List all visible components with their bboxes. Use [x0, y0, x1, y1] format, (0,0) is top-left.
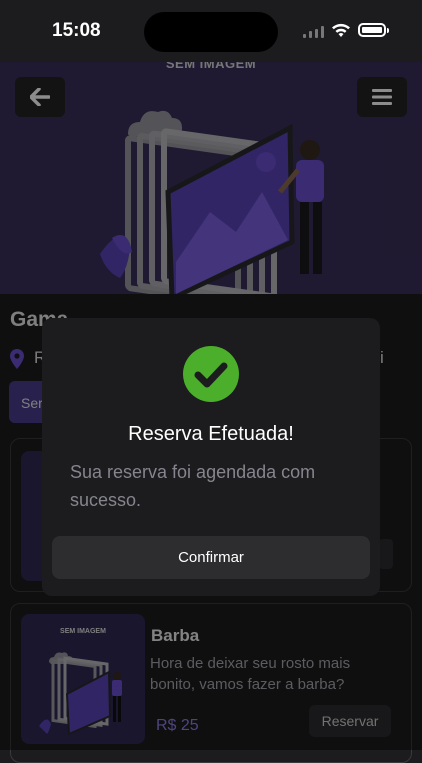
- battery-icon: [358, 23, 389, 37]
- success-dialog: Reserva Efetuada! Sua reserva foi agenda…: [42, 318, 380, 596]
- status-bar: 15:08: [0, 0, 422, 62]
- location-text-end: i: [380, 348, 384, 367]
- confirm-button[interactable]: Confirmar: [52, 536, 370, 579]
- service-thumbnail: SEM IMAGEM: [21, 614, 145, 744]
- back-button[interactable]: [15, 77, 65, 117]
- check-circle-icon: [183, 346, 239, 402]
- wifi-icon: [332, 23, 350, 37]
- dynamic-island: [144, 12, 278, 52]
- service-price: R$ 25: [156, 717, 199, 734]
- signal-icon: [303, 26, 324, 38]
- hamburger-menu-icon: [372, 89, 392, 105]
- location-pin-icon: [10, 349, 24, 369]
- menu-button[interactable]: [357, 77, 407, 117]
- dialog-message: Sua reserva foi agendada com sucesso.: [70, 462, 316, 510]
- arrow-left-icon: [30, 88, 50, 106]
- dialog-title: Reserva Efetuada!: [128, 423, 294, 445]
- placeholder-illustration: [39, 652, 122, 736]
- reserve-button[interactable]: Reservar: [309, 705, 391, 737]
- status-time: 15:08: [52, 20, 101, 41]
- service-card-barba[interactable]: SEM IMAGEM Barba Hora de deixar seu rost…: [10, 603, 412, 763]
- reserve-button[interactable]: [379, 539, 393, 569]
- service-description: Hora de deixar seu rosto mais bonito, va…: [150, 655, 351, 693]
- service-title: Barba: [151, 626, 200, 645]
